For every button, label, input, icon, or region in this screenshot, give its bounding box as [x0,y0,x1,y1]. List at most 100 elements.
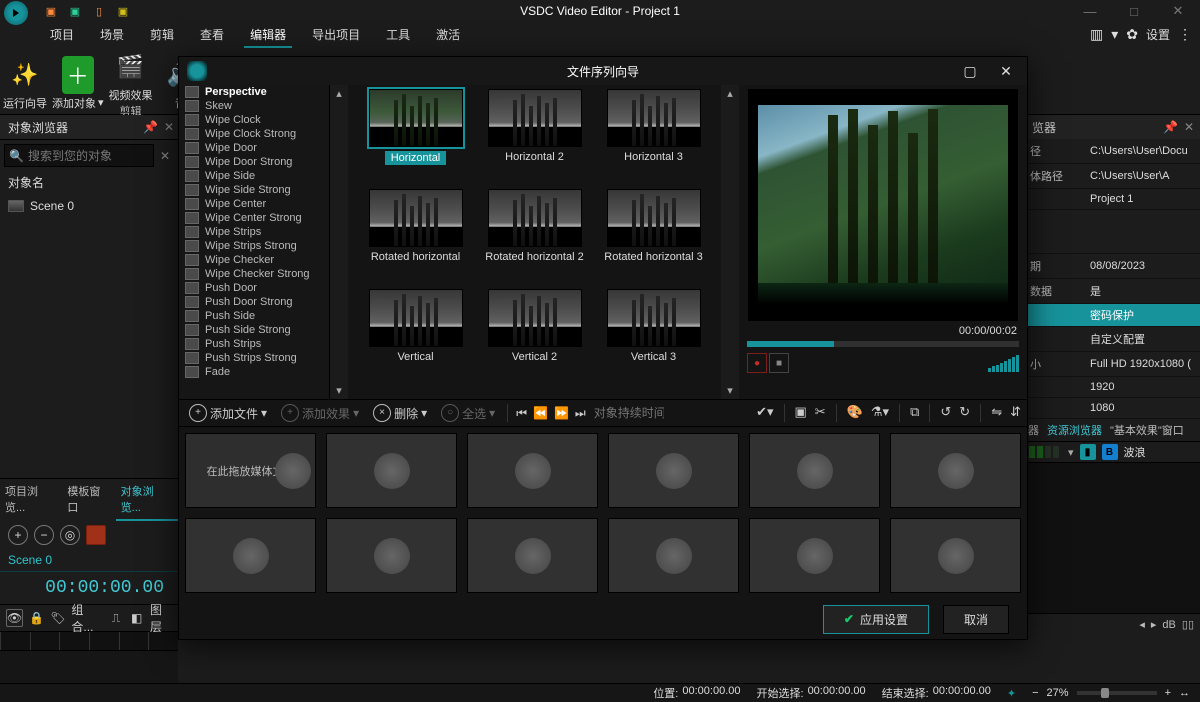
eye-icon[interactable]: 👁 [6,609,23,627]
transition-thumb[interactable]: Horizontal [356,89,475,189]
object-list-item[interactable]: Scene 0 [0,196,178,216]
fx-list-item[interactable]: Wipe Clock Strong [179,127,329,141]
delete-button[interactable]: ×删除 ▾ [369,404,431,422]
fx-list-item[interactable]: Wipe Checker Strong [179,267,329,281]
scroll-down-icon[interactable]: ▾ [727,384,733,397]
crop-icon[interactable]: ▣ [795,404,807,422]
waveform-view[interactable] [1024,462,1200,613]
volume-bars-icon[interactable] [988,355,1019,372]
gear-icon[interactable]: ✿ [1126,26,1138,43]
panel-close-icon[interactable]: ✕ [1184,120,1194,134]
tab-project-browser[interactable]: 项目浏览... [0,479,62,521]
qa-recent-icon[interactable]: ▣ [114,2,132,20]
transition-thumb[interactable]: Rotated horizontal [356,189,475,289]
panel-close-icon[interactable]: ✕ [164,120,174,134]
wave-dropdown-caret-icon[interactable]: ▾ [1068,446,1074,459]
transition-effect-list[interactable]: PerspectiveSkewWipe ClockWipe Clock Stro… [179,85,330,399]
color-icon[interactable]: 🎨 [847,404,863,422]
zoom-fit-button[interactable]: ↔ [1179,687,1190,699]
menu-scene[interactable]: 场景 [94,23,130,46]
cancel-button[interactable]: 取消 [943,605,1009,634]
scroll-left-icon[interactable]: ◂ [1139,618,1145,631]
menu-export[interactable]: 导出项目 [306,23,366,46]
status-snap-icon[interactable]: ✦ [1007,687,1016,700]
fx-list-item[interactable]: Wipe Strips [179,225,329,239]
adjust-icon[interactable]: ⚗▾ [871,404,889,422]
fx-list-item[interactable]: Skew [179,99,329,113]
tab-object-browser[interactable]: 对象浏览... [116,479,178,521]
next-frame-icon[interactable]: ⏭ [575,406,586,421]
wave-mode-b-icon[interactable]: B [1102,444,1118,460]
media-slot[interactable] [890,433,1021,508]
level-meter-icon[interactable]: ▯▯ [1182,618,1194,631]
zoom-out-button[interactable]: − [1032,687,1038,699]
dropdown-caret-icon[interactable]: ▾ [1111,26,1118,43]
preview-record-button[interactable]: ● [747,353,767,373]
select-all-button[interactable]: ○全选 ▾ [437,404,499,422]
timeline-ruler[interactable] [0,632,178,651]
fx-scrollbar-left[interactable]: ▴▾ [330,85,348,399]
media-slot[interactable] [749,433,880,508]
window-minimize-button[interactable]: — [1068,0,1112,22]
timeline-remove-button[interactable]: − [34,525,54,545]
timeline-add-button[interactable]: + [8,525,28,545]
layout-toggle-icon[interactable]: ▥ [1090,26,1103,43]
step-fwd-icon[interactable]: ⏩ [554,406,569,420]
scroll-up-icon[interactable]: ▴ [336,87,342,100]
qa-new-icon[interactable]: ▣ [42,2,60,20]
tag-icon[interactable]: 🏷 [50,610,65,626]
add-effect-button[interactable]: +添加效果 ▾ [277,404,363,422]
tab-resource-browser[interactable]: 资源浏览器 [1043,419,1106,441]
wave-type-label[interactable]: 波浪 [1124,444,1146,460]
wave-mode-a-icon[interactable]: ▮ [1080,444,1096,460]
copy-icon[interactable]: ⧉ [910,404,919,422]
flip-v-icon[interactable]: ⇵ [1010,404,1021,422]
fx-list-item[interactable]: Push Side Strong [179,323,329,337]
fx-list-item[interactable]: Wipe Side [179,169,329,183]
apply-settings-button[interactable]: ✔应用设置 [823,605,929,634]
transition-thumb[interactable]: Rotated horizontal 2 [475,189,594,289]
media-slot[interactable] [467,433,598,508]
qa-save-icon[interactable]: ▯ [90,2,108,20]
prev-frame-icon[interactable]: ⏮ [516,406,527,421]
duration-input[interactable] [592,405,666,421]
menu-clip[interactable]: 剪辑 [144,23,180,46]
menu-activate[interactable]: 激活 [430,23,466,46]
fx-list-item[interactable]: Fade [179,365,329,379]
preview-stop-button[interactable]: ■ [769,353,789,373]
fx-list-item[interactable]: Perspective [179,85,329,99]
scroll-up-icon[interactable]: ▴ [727,87,733,100]
group-label[interactable]: 组合... [71,610,102,626]
transition-thumb[interactable]: Horizontal 2 [475,89,594,189]
media-slot[interactable] [467,518,598,593]
menu-view[interactable]: 查看 [194,23,230,46]
scroll-down-icon[interactable]: ▾ [336,384,342,397]
fx-list-item[interactable]: Wipe Door [179,141,329,155]
dialog-maximize-button[interactable]: ▢ [953,57,987,85]
rotate-right-icon[interactable]: ↻ [959,404,970,422]
clear-search-button[interactable]: ✕ [156,149,174,163]
run-wizard-button[interactable]: ✨ [2,52,48,98]
fx-list-item[interactable]: Wipe Center Strong [179,211,329,225]
tab-basic-effect[interactable]: "基本效果"窗口 [1106,419,1188,441]
fx-list-item[interactable]: Wipe Door Strong [179,155,329,169]
mute-icon[interactable]: ◧ [129,610,144,626]
fx-list-item[interactable]: Push Strips [179,337,329,351]
qa-open-icon[interactable]: ▣ [66,2,84,20]
panel-pin-icon[interactable]: 📌 [1163,120,1178,134]
fx-scrollbar-right[interactable]: ▴▾ [721,85,739,399]
zoom-in-button[interactable]: + [1165,687,1171,699]
media-slot[interactable] [608,433,739,508]
timeline-target-button[interactable]: ◎ [60,525,80,545]
media-slot[interactable] [608,518,739,593]
lock-icon[interactable]: 🔒 [29,610,44,626]
window-close-button[interactable]: ✕ [1156,0,1200,22]
tab-template-window[interactable]: 模板窗口 [62,479,115,521]
transition-thumb[interactable]: Vertical [356,289,475,389]
flip-h-icon[interactable]: ⇋ [991,404,1002,422]
rotate-left-icon[interactable]: ↺ [940,404,951,422]
object-search-input[interactable]: 🔍 搜索到您的对象 [4,144,154,167]
transition-thumb[interactable]: Vertical 2 [475,289,594,389]
cut-icon[interactable]: ✂ [815,404,826,422]
menu-project[interactable]: 项目 [44,23,80,46]
